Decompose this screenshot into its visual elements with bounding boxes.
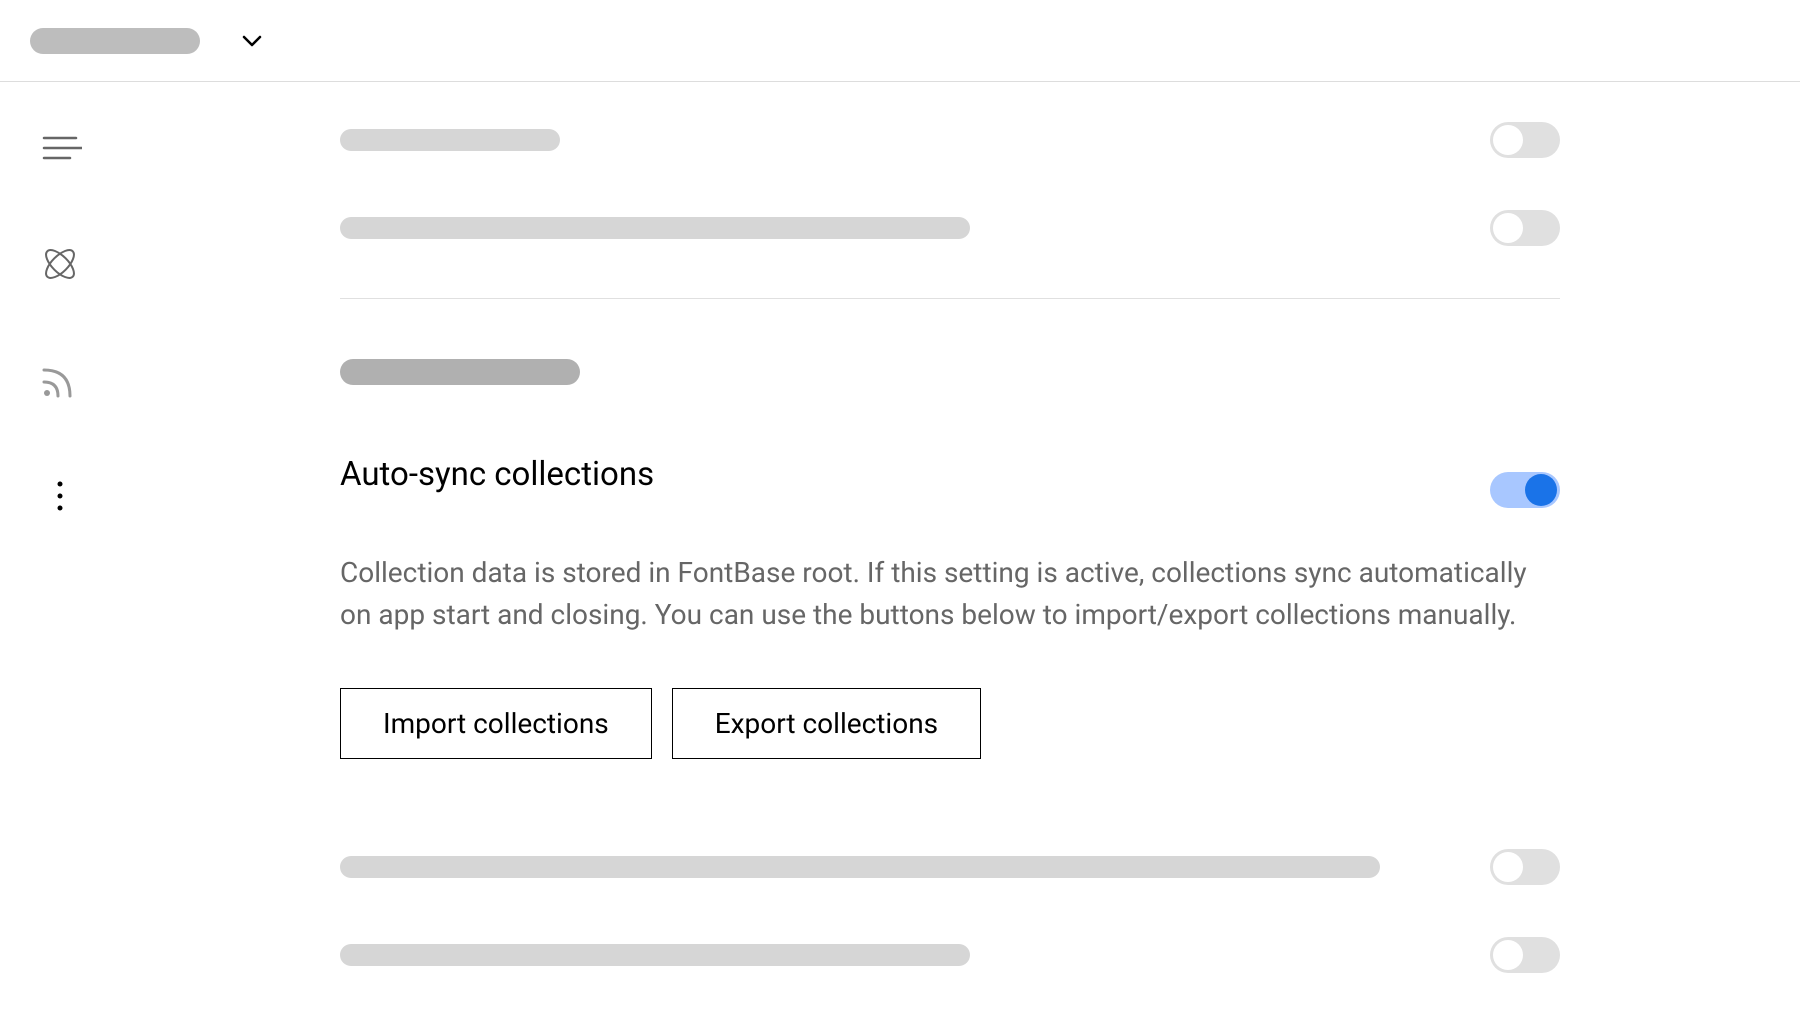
chevron-down-icon	[240, 29, 264, 53]
setting-row-placeholder-2	[340, 210, 1560, 246]
auto-sync-title: Auto-sync collections	[340, 455, 654, 494]
header-title-placeholder	[30, 28, 200, 54]
toggle-knob	[1493, 940, 1523, 970]
toggle-knob	[1493, 125, 1523, 155]
import-collections-button[interactable]: Import collections	[340, 688, 652, 759]
auto-sync-description: Collection data is stored in FontBase ro…	[340, 552, 1560, 636]
sidebar-rss[interactable]	[38, 358, 82, 402]
menu-icon	[38, 126, 82, 170]
toggle-placeholder-3[interactable]	[1490, 849, 1560, 885]
export-collections-button[interactable]: Export collections	[672, 688, 981, 759]
setting-row-placeholder-4	[340, 937, 1560, 973]
app-header	[0, 0, 1800, 82]
toggle-knob	[1493, 213, 1523, 243]
setting-label-placeholder	[340, 129, 560, 151]
sidebar-menu[interactable]	[38, 126, 82, 170]
setting-label-placeholder	[340, 856, 1380, 878]
toggle-placeholder-1[interactable]	[1490, 122, 1560, 158]
section-divider	[340, 298, 1560, 299]
collection-buttons: Import collections Export collections	[340, 688, 1560, 759]
setting-row-placeholder-1	[340, 122, 1560, 158]
toggle-placeholder-4[interactable]	[1490, 937, 1560, 973]
setting-label-placeholder	[340, 944, 970, 966]
sidebar	[0, 82, 120, 1013]
main-content: Auto-sync collections Collection data is…	[120, 82, 1800, 1013]
toggle-knob	[1525, 474, 1557, 506]
setting-label-placeholder	[340, 217, 970, 239]
atom-icon	[38, 242, 82, 286]
auto-sync-setting-header: Auto-sync collections	[340, 455, 1560, 524]
sidebar-more[interactable]	[38, 474, 82, 518]
setting-row-placeholder-3	[340, 849, 1560, 885]
section-header-placeholder	[340, 359, 580, 385]
toggle-knob	[1493, 852, 1523, 882]
toggle-placeholder-2[interactable]	[1490, 210, 1560, 246]
more-vertical-icon	[38, 474, 82, 518]
dropdown-chevron[interactable]	[240, 29, 264, 53]
sidebar-atom[interactable]	[38, 242, 82, 286]
auto-sync-toggle[interactable]	[1490, 472, 1560, 508]
rss-icon	[38, 358, 82, 402]
